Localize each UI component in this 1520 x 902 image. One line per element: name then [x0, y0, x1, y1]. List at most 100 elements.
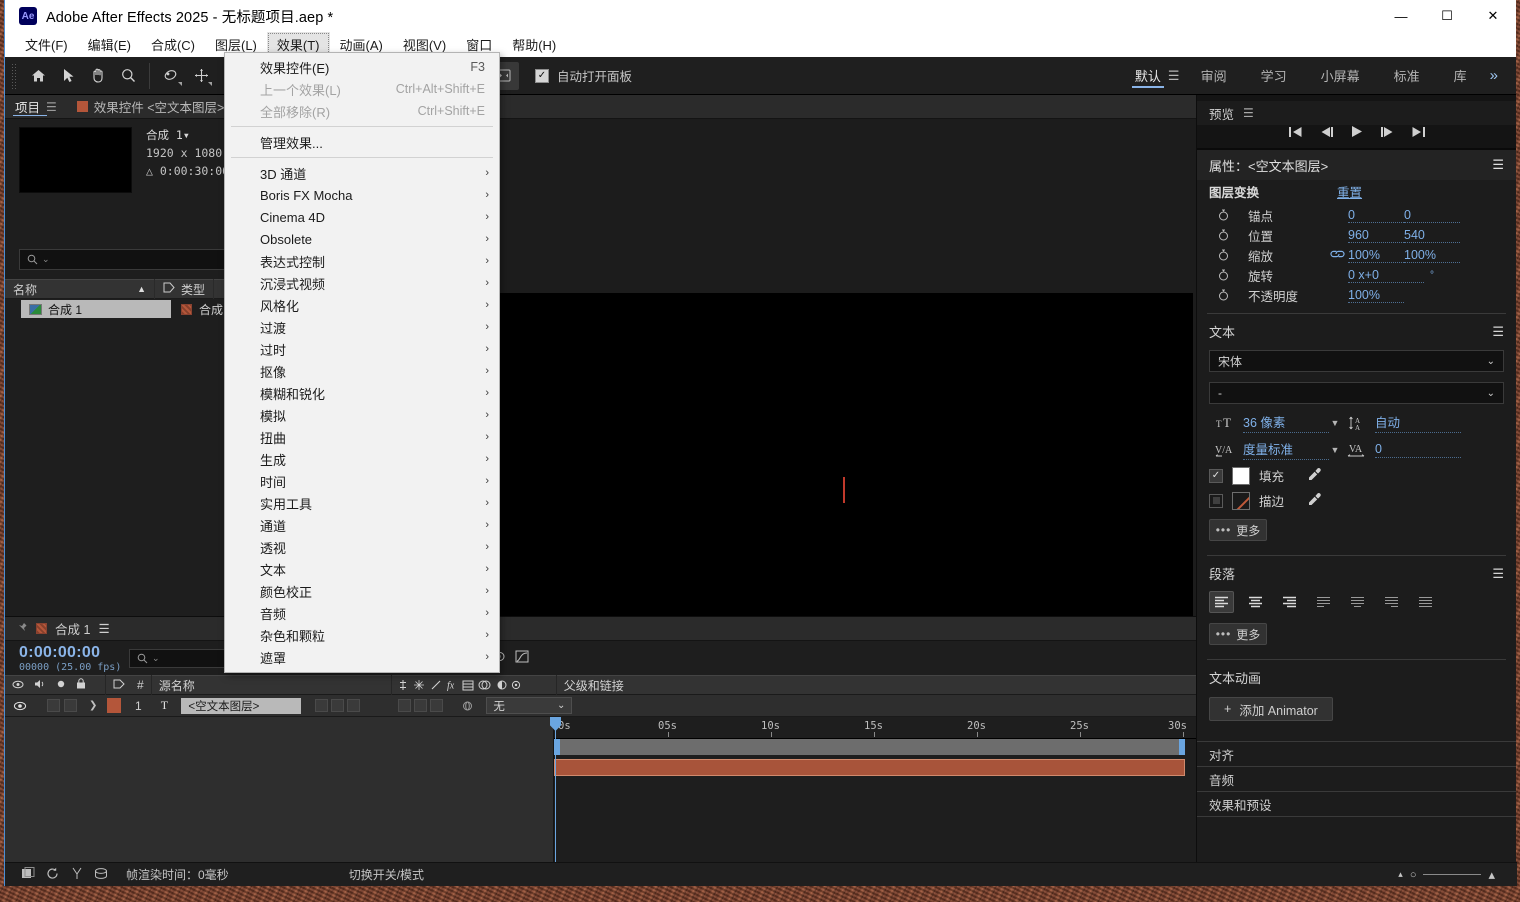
layer-solo-toggle[interactable] [64, 699, 77, 712]
layer-switches-2[interactable] [364, 695, 447, 717]
justify-last-right-button[interactable] [1379, 591, 1404, 613]
properties-panel-hamburger-icon[interactable]: ☰ [1492, 157, 1504, 173]
scale-link-icon[interactable] [1326, 249, 1348, 262]
pan-tool-icon[interactable] [186, 62, 216, 90]
font-style-dropdown[interactable]: - ⌄ [1209, 382, 1504, 404]
paragraph-more-button[interactable]: ••• 更多 [1209, 623, 1267, 645]
menu-item-matte[interactable]: 遮罩 › [225, 646, 499, 668]
justify-all-button[interactable] [1413, 591, 1438, 613]
workspace-more-icon[interactable]: » [1484, 57, 1512, 95]
auto-open-panel-checkbox[interactable]: ✓ [535, 68, 549, 83]
menu-help[interactable]: 帮助(H) [502, 32, 566, 57]
project-column-name[interactable]: 名称 ▲ [5, 279, 155, 299]
menu-item-cinema-4d[interactable]: Cinema 4D › [225, 206, 499, 228]
text-more-button[interactable]: ••• 更多 [1209, 519, 1267, 541]
preview-panel-hamburger-icon[interactable]: ☰ [1243, 106, 1254, 120]
timeline-hamburger-icon[interactable]: ☰ [98, 621, 109, 636]
menu-item-immersive-video[interactable]: 沉浸式视频 › [225, 272, 499, 294]
layer-switches[interactable] [305, 695, 364, 717]
home-icon[interactable] [23, 62, 53, 90]
project-panel-hamburger-icon[interactable]: ☰ [46, 100, 57, 114]
section-align[interactable]: 对齐 [1197, 741, 1516, 766]
workspace-tab-review[interactable]: 审阅 [1184, 57, 1244, 95]
timeline-ruler[interactable]: 0s 05s 10s 15s 20s 25s 30s [554, 717, 1196, 739]
layer-frameblend-switch[interactable] [398, 699, 412, 712]
layer-label-color[interactable] [101, 695, 125, 717]
graph-editor-icon[interactable] [515, 650, 529, 666]
layer-3d-switch[interactable] [447, 695, 478, 717]
workspace-tab-standard[interactable]: 标准 [1377, 57, 1437, 95]
menu-item-boris-fx-mocha[interactable]: Boris FX Mocha › [225, 184, 499, 206]
menu-item-stylize[interactable]: 风格化 › [225, 294, 499, 316]
justify-last-center-button[interactable] [1345, 591, 1370, 613]
layer-motionblur-switch[interactable] [414, 699, 428, 712]
property-value-opacity[interactable]: 100% [1348, 288, 1404, 303]
timeline-zoom-slider[interactable]: ▴ ○ ▴ [1398, 867, 1517, 883]
last-frame-button[interactable] [1411, 126, 1426, 138]
menu-item-simulation[interactable]: 模拟 › [225, 404, 499, 426]
property-value-y[interactable]: 0 [1404, 208, 1460, 223]
first-frame-button[interactable] [1288, 126, 1303, 138]
close-button[interactable]: ✕ [1470, 0, 1516, 32]
leading-value[interactable]: 自动 [1375, 412, 1461, 433]
menu-item-audio[interactable]: 音频 › [225, 602, 499, 624]
workspace-tab-library[interactable]: 库 [1437, 57, 1484, 95]
layer-toggles[interactable] [35, 695, 81, 717]
property-value-rotation[interactable]: 0 x+0 [1348, 268, 1424, 283]
motion-blur-icon[interactable] [46, 867, 60, 883]
tab-effect-controls[interactable]: 效果控件 <空文本图层> [66, 95, 235, 118]
minimize-button[interactable]: — [1378, 0, 1424, 32]
stopwatch-icon[interactable] [1217, 249, 1230, 261]
kerning-caret-icon[interactable]: ▼ [1329, 445, 1341, 455]
menu-composition[interactable]: 合成(C) [141, 32, 205, 57]
add-animator-button[interactable]: + 添加 Animator [1209, 697, 1333, 721]
menu-file[interactable]: 文件(F) [15, 32, 78, 57]
render-queue-icon[interactable] [21, 866, 35, 883]
fill-color-swatch[interactable] [1232, 466, 1250, 485]
font-size-caret-icon[interactable]: ▼ [1329, 418, 1341, 428]
section-audio[interactable]: 音频 [1197, 766, 1516, 791]
menu-edit[interactable]: 编辑(E) [78, 32, 141, 57]
layer-video-toggle[interactable] [5, 695, 35, 717]
text-section-hamburger-icon[interactable]: ☰ [1492, 324, 1504, 340]
menu-item-generate[interactable]: 生成 › [225, 448, 499, 470]
menu-item-effect-controls[interactable]: 效果控件(E) F3 [225, 56, 499, 78]
menu-item-noise-grain[interactable]: 杂色和颗粒 › [225, 624, 499, 646]
play-button[interactable] [1350, 125, 1364, 138]
layer-expand-arrow[interactable]: ❯ [81, 695, 101, 717]
effects-dropdown-menu[interactable]: 效果控件(E) F3 上一个效果(L) Ctrl+Alt+Shift+E 全部移… [224, 52, 500, 673]
stopwatch-icon[interactable] [1217, 289, 1230, 301]
layer-audio-toggle[interactable] [47, 699, 60, 712]
stroke-eyedropper-icon[interactable] [1307, 492, 1322, 510]
property-value-x[interactable]: 0 [1348, 208, 1404, 223]
orbit-tool-icon[interactable] [156, 62, 186, 90]
brainstorm-icon[interactable] [71, 867, 83, 883]
project-item-name-cell[interactable]: 合成 1 [21, 300, 171, 318]
zoom-tool-icon[interactable] [113, 62, 143, 90]
font-family-dropdown[interactable]: 宋体 ⌄ [1209, 350, 1504, 372]
menu-item-color-correction[interactable]: 颜色校正 › [225, 580, 499, 602]
layer-parent-dropdown[interactable]: 无 ⌄ [478, 695, 576, 717]
workspace-tab-small-screen[interactable]: 小屏幕 [1304, 57, 1377, 95]
property-value-y[interactable]: 540 [1404, 228, 1460, 243]
workspace-tab-learn[interactable]: 学习 [1244, 57, 1304, 95]
transform-reset-link[interactable]: 重置 [1337, 182, 1362, 201]
paragraph-section-hamburger-icon[interactable]: ☰ [1492, 566, 1504, 582]
toolbar-grip[interactable] [11, 62, 16, 89]
previous-frame-button[interactable] [1319, 126, 1334, 138]
layer-adjustment-switch[interactable] [430, 699, 444, 712]
tab-project[interactable]: 项目 ☰ [5, 95, 67, 118]
menu-item-obsolete[interactable]: Obsolete › [225, 228, 499, 250]
stopwatch-icon[interactable] [1217, 229, 1230, 241]
next-frame-button[interactable] [1380, 126, 1395, 138]
auto-open-panel-control[interactable]: ✓ 自动打开面板 [535, 66, 632, 85]
stroke-checkbox[interactable] [1209, 493, 1223, 508]
menu-item-text[interactable]: 文本 › [225, 558, 499, 580]
grid-icon[interactable] [94, 867, 108, 883]
fill-checkbox[interactable]: ✓ [1209, 468, 1223, 483]
zoom-slider-track[interactable] [1423, 874, 1482, 875]
property-value-x[interactable]: 100% [1348, 248, 1404, 263]
stroke-color-swatch[interactable] [1232, 491, 1250, 510]
workspace-tab-default[interactable]: 默认 [1118, 57, 1178, 95]
stopwatch-icon[interactable] [1217, 269, 1230, 281]
